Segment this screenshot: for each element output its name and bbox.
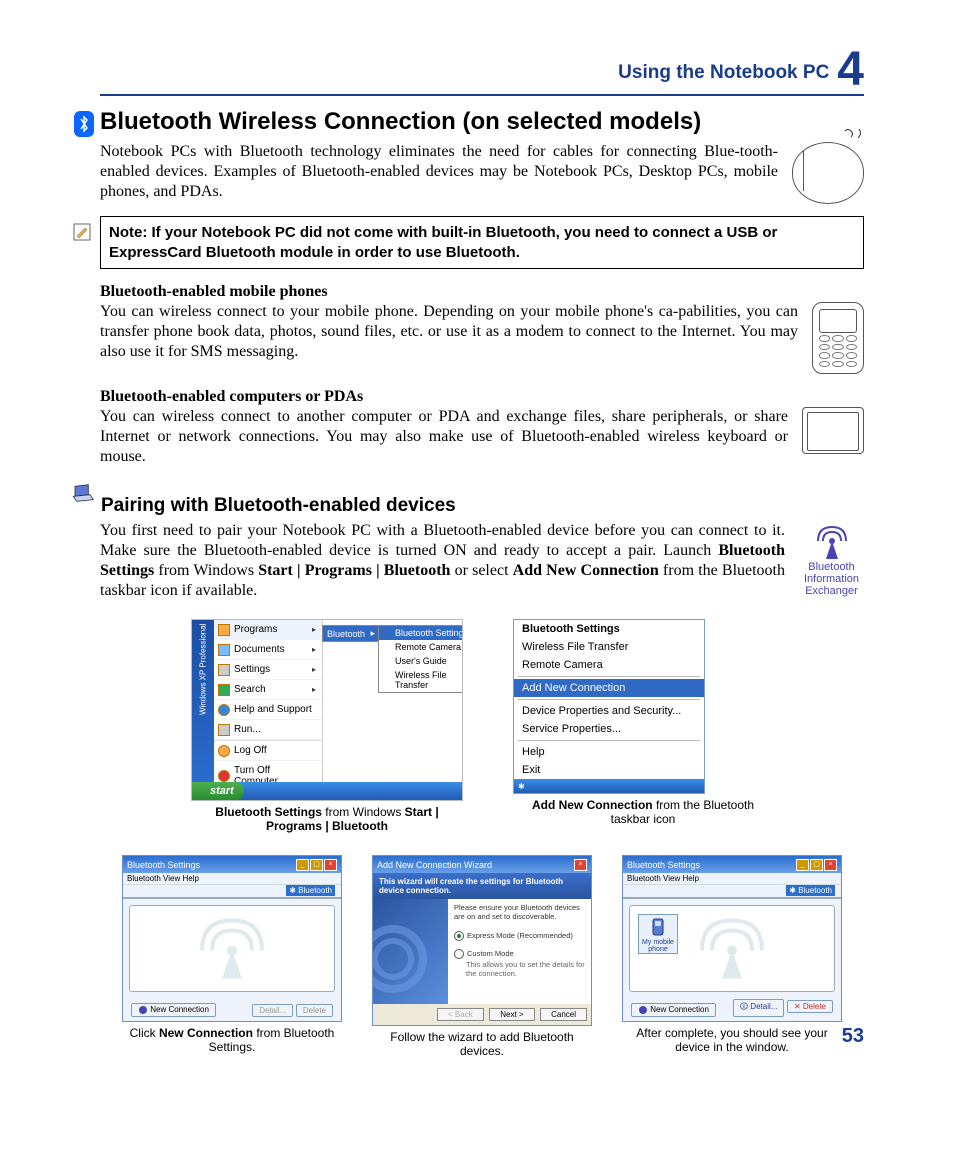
bt-settings-empty-screenshot: Bluetooth Settings _▢× Bluetooth View He… bbox=[122, 855, 342, 1058]
cm-item[interactable]: Help bbox=[514, 743, 704, 761]
chapter-number: 4 bbox=[837, 50, 864, 90]
tray-bluetooth-icon: ✱ bbox=[514, 779, 704, 793]
start-menu-items: Programs▸ Documents▸ Settings▸ Search▸ H… bbox=[214, 620, 323, 782]
context-menu-caption: Add New Connection from the Bluetooth ta… bbox=[513, 798, 773, 826]
antenna-icon: Bluetooth Information Exchanger bbox=[799, 521, 864, 597]
wireless-icon bbox=[692, 910, 772, 980]
wizard-graphic bbox=[373, 899, 448, 1004]
back-button: < Back bbox=[437, 1008, 484, 1021]
paired-device-icon[interactable]: My mobile phone bbox=[638, 914, 678, 954]
window-title: Add New Connection Wizard bbox=[377, 860, 492, 870]
custom-subtext: This allows you to set the details for t… bbox=[466, 960, 585, 978]
intro-text: Notebook PCs with Bluetooth technology e… bbox=[100, 142, 778, 202]
window-title: Bluetooth Settings bbox=[627, 860, 700, 870]
note-box: Note: If your Notebook PC did not come w… bbox=[100, 216, 864, 269]
cm-item[interactable]: Remote Camera bbox=[514, 656, 704, 674]
new-connection-button[interactable]: New Connection bbox=[131, 1003, 216, 1017]
window-title: Bluetooth Settings bbox=[127, 860, 200, 870]
mobile-heading: Bluetooth-enabled mobile phones bbox=[100, 283, 864, 301]
bluetooth-icon bbox=[74, 111, 94, 137]
cm-item[interactable]: Device Properties and Security... bbox=[514, 702, 704, 720]
mobile-phone-icon bbox=[812, 302, 864, 374]
start-menu-screenshot: Windows XP Professional Programs▸ Docume… bbox=[191, 619, 463, 833]
window-menubar[interactable]: Bluetooth View Help bbox=[623, 873, 841, 884]
cm-add-new-connection[interactable]: Add New Connection bbox=[514, 679, 704, 697]
start-button[interactable]: start bbox=[192, 782, 244, 800]
pencil-icon bbox=[73, 223, 91, 241]
cancel-button[interactable]: Cancel bbox=[540, 1008, 587, 1021]
page-number: 53 bbox=[842, 1025, 864, 1048]
next-button[interactable]: Next > bbox=[489, 1008, 534, 1021]
submenu-bluetooth-items: Bluetooth Settings Remote Camera User's … bbox=[378, 625, 463, 693]
xp-sidebar: Windows XP Professional bbox=[192, 620, 214, 790]
header-title: Using the Notebook PC bbox=[618, 62, 829, 90]
context-menu-screenshot: Bluetooth Settings Wireless File Transfe… bbox=[513, 619, 773, 833]
window-controls[interactable]: _▢× bbox=[295, 858, 337, 871]
pairing-heading: Pairing with Bluetooth-enabled devices bbox=[101, 495, 864, 517]
cm-item[interactable]: Exit bbox=[514, 761, 704, 779]
wireless-icon bbox=[192, 910, 272, 980]
bt-settings-device-screenshot: Bluetooth Settings _▢× Bluetooth View He… bbox=[622, 855, 842, 1058]
taskbar: start bbox=[192, 782, 462, 800]
cm-item[interactable]: Wireless File Transfer bbox=[514, 638, 704, 656]
detail-button: Detail... bbox=[252, 1004, 293, 1017]
detail-button[interactable]: 🛈 Detail... bbox=[733, 999, 785, 1017]
cm-item[interactable]: Bluetooth Settings bbox=[514, 620, 704, 638]
wizard-instruction: Please ensure your Bluetooth devices are… bbox=[454, 903, 585, 921]
radio-express[interactable]: Express Mode (Recommended) bbox=[454, 931, 585, 941]
cm-item[interactable]: Service Properties... bbox=[514, 720, 704, 738]
wizard-screenshot: Add New Connection Wizard × This wizard … bbox=[372, 855, 592, 1058]
laptop-icon bbox=[70, 483, 95, 503]
submenu-bluetooth: Bluetooth▸ bbox=[322, 625, 380, 642]
pda-text: You can wireless connect to another comp… bbox=[100, 407, 788, 467]
window-controls[interactable]: _▢× bbox=[795, 858, 837, 871]
page-header: Using the Notebook PC 4 bbox=[100, 50, 864, 96]
window-controls[interactable]: × bbox=[573, 858, 587, 871]
shot2-caption: Follow the wizard to add Bluetooth devic… bbox=[372, 1030, 592, 1058]
window-menubar[interactable]: Bluetooth View Help bbox=[123, 873, 341, 884]
mouse-icon bbox=[792, 142, 864, 204]
new-connection-button[interactable]: New Connection bbox=[631, 1003, 716, 1017]
radio-custom[interactable]: Custom Mode bbox=[454, 949, 585, 959]
pairing-text: You first need to pair your Notebook PC … bbox=[100, 521, 785, 601]
antenna-label: Bluetooth Information Exchanger bbox=[799, 561, 864, 597]
pda-heading: Bluetooth-enabled computers or PDAs bbox=[100, 388, 864, 406]
shot1-caption: Click New Connection from Bluetooth Sett… bbox=[122, 1026, 342, 1054]
mobile-text: You can wireless connect to your mobile … bbox=[100, 302, 798, 362]
pda-icon bbox=[802, 407, 864, 454]
shot3-caption: After complete, you should see your devi… bbox=[622, 1026, 842, 1054]
delete-button: Delete bbox=[296, 1004, 333, 1017]
start-menu-caption: Bluetooth Settings from Windows Start | … bbox=[197, 805, 457, 833]
wizard-banner: This wizard will create the settings for… bbox=[373, 873, 591, 899]
delete-button[interactable]: ✕ Delete bbox=[787, 1000, 833, 1013]
section-title: Bluetooth Wireless Connection (on select… bbox=[100, 108, 701, 136]
note-text: Note: If your Notebook PC did not come w… bbox=[109, 224, 777, 261]
